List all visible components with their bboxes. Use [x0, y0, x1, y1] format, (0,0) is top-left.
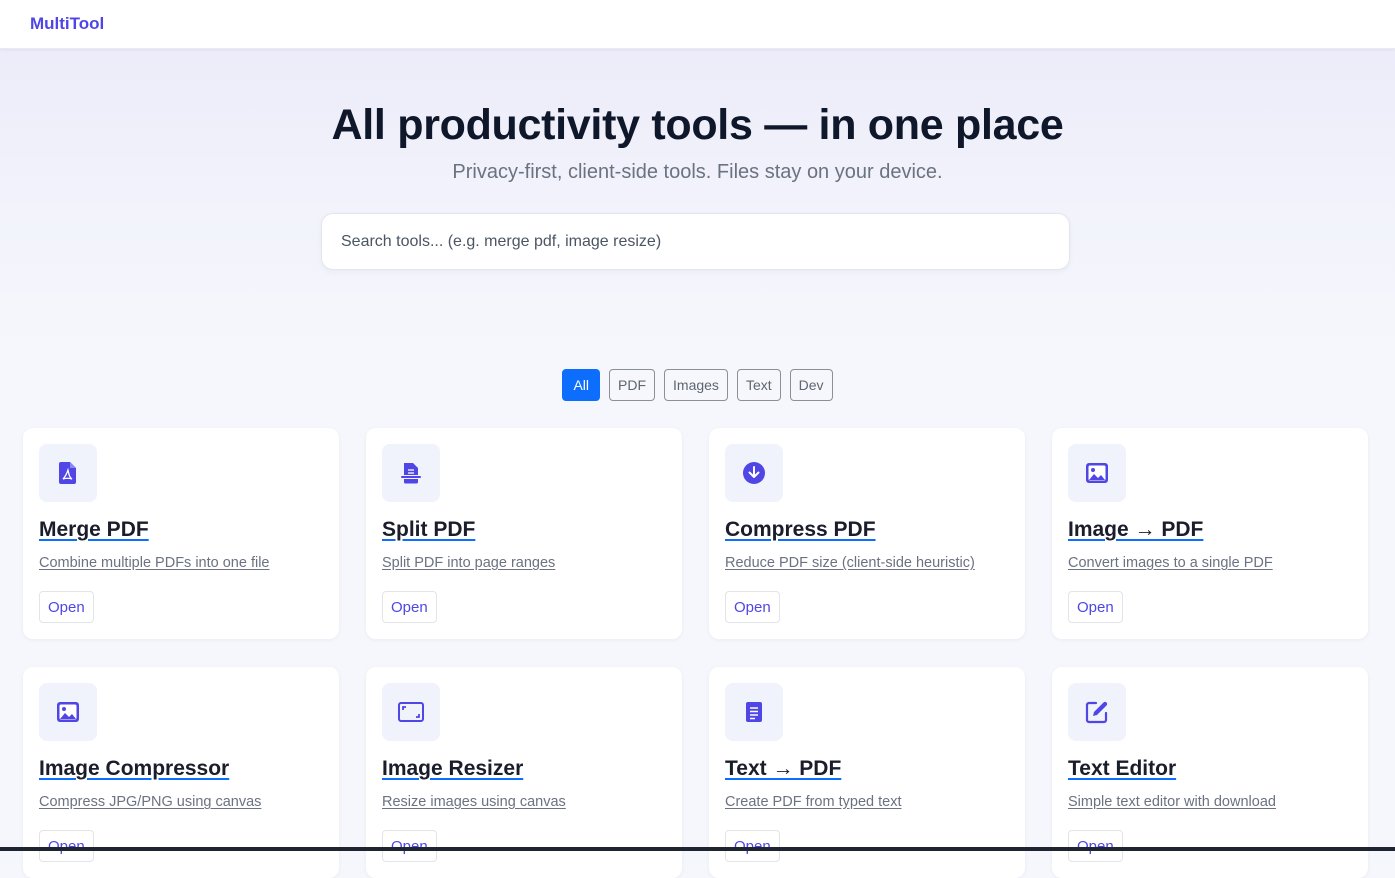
- tool-title[interactable]: Compress PDF: [725, 518, 876, 542]
- tool-description[interactable]: Combine multiple PDFs into one file: [39, 555, 270, 571]
- window-bottom-edge: [0, 847, 1395, 851]
- document-text-icon: [745, 701, 763, 723]
- tool-title[interactable]: Image Compressor: [39, 757, 229, 781]
- pdf-file-icon: [58, 461, 78, 485]
- open-button[interactable]: Open: [382, 591, 437, 623]
- tool-icon-box: [39, 683, 97, 741]
- tool-icon-box: [1068, 683, 1126, 741]
- tool-description[interactable]: Compress JPG/PNG using canvas: [39, 794, 261, 810]
- tool-description[interactable]: Reduce PDF size (client-side heuristic): [725, 555, 975, 571]
- open-button[interactable]: Open: [1068, 830, 1123, 862]
- tool-title[interactable]: Text Editor: [1068, 757, 1176, 781]
- download-circle-icon: [742, 461, 766, 485]
- tool-card-merge-pdf: Merge PDF Combine multiple PDFs into one…: [23, 428, 339, 639]
- tool-description[interactable]: Resize images using canvas: [382, 794, 566, 810]
- tools-grid: Merge PDF Combine multiple PDFs into one…: [0, 0, 1395, 878]
- tool-icon-box: [725, 683, 783, 741]
- tool-description[interactable]: Simple text editor with download: [1068, 794, 1276, 810]
- tool-icon-box: [39, 444, 97, 502]
- open-button[interactable]: Open: [725, 830, 780, 862]
- tool-title[interactable]: Split PDF: [382, 518, 475, 542]
- tool-icon-box: [725, 444, 783, 502]
- tool-title[interactable]: Image → PDF: [1068, 518, 1203, 542]
- brand-logo-link[interactable]: MultiTool: [30, 14, 104, 34]
- resize-icon: [398, 702, 424, 722]
- image-icon: [56, 701, 80, 723]
- tool-card-compress-pdf: Compress PDF Reduce PDF size (client-sid…: [709, 428, 1025, 639]
- open-button[interactable]: Open: [725, 591, 780, 623]
- file-split-icon: [400, 462, 422, 484]
- tool-card-split-pdf: Split PDF Split PDF into page ranges Ope…: [366, 428, 682, 639]
- tool-title[interactable]: Text → PDF: [725, 757, 841, 781]
- open-button[interactable]: Open: [39, 591, 94, 623]
- tool-description[interactable]: Convert images to a single PDF: [1068, 555, 1273, 571]
- tool-description[interactable]: Create PDF from typed text: [725, 794, 901, 810]
- tool-icon-box: [382, 683, 440, 741]
- tool-icon-box: [1068, 444, 1126, 502]
- top-navbar: MultiTool: [0, 0, 1395, 49]
- tool-card-image-to-pdf: Image → PDF Convert images to a single P…: [1052, 428, 1368, 639]
- edit-icon: [1085, 700, 1109, 724]
- image-icon: [1085, 462, 1109, 484]
- tool-title[interactable]: Merge PDF: [39, 518, 149, 542]
- tool-icon-box: [382, 444, 440, 502]
- tool-title[interactable]: Image Resizer: [382, 757, 523, 781]
- open-button[interactable]: Open: [382, 830, 437, 862]
- open-button[interactable]: Open: [1068, 591, 1123, 623]
- tool-description[interactable]: Split PDF into page ranges: [382, 555, 555, 571]
- open-button[interactable]: Open: [39, 830, 94, 862]
